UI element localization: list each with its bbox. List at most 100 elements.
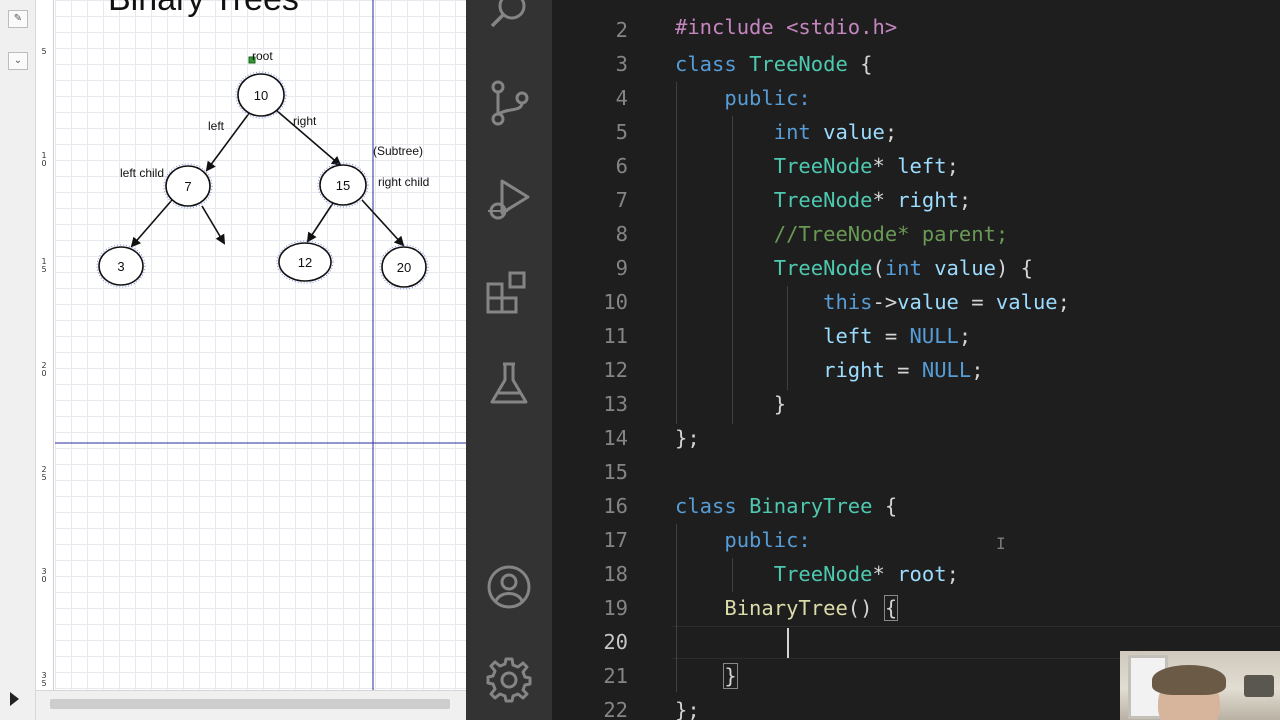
- code-line: 6 TreeNode* left;: [552, 149, 1280, 183]
- line-number: 14: [603, 426, 628, 450]
- code-line: 13 }: [552, 387, 1280, 421]
- tree-node-20[interactable]: 20: [379, 244, 429, 290]
- code-line: 17 public:: [552, 523, 1280, 557]
- code-line: 18 TreeNode* root;: [552, 557, 1280, 591]
- line-number: 18: [603, 562, 628, 586]
- scrollbar-thumb[interactable]: [50, 699, 450, 709]
- code-text: TreeNode(int value) {: [773, 256, 1033, 280]
- code-text: BinaryTree() {: [724, 595, 899, 621]
- line-number: 22: [603, 698, 628, 720]
- node-label: 7: [184, 179, 191, 194]
- code-line: 19 BinaryTree() {: [552, 591, 1280, 625]
- webcam-background-object: [1244, 675, 1274, 697]
- presenter-hair: [1152, 665, 1226, 695]
- left-child-annotation: left child: [120, 166, 164, 180]
- node-label: 12: [298, 255, 312, 270]
- tree-node-10[interactable]: 10: [235, 71, 287, 119]
- run-debug-icon[interactable]: [484, 175, 534, 225]
- code-line: 12 right = NULL;: [552, 353, 1280, 387]
- line-number: 11: [603, 324, 628, 348]
- settings-gear-icon[interactable]: [484, 655, 534, 705]
- code-line: 3 class TreeNode {: [552, 47, 1280, 81]
- code-text: left = NULL;: [823, 324, 972, 348]
- code-line: 15: [552, 455, 1280, 489]
- code-line: 2: [552, 13, 1280, 47]
- code-line: 5 int value;: [552, 115, 1280, 149]
- edge-15-20: [361, 199, 405, 247]
- code-line: 16 class BinaryTree {: [552, 489, 1280, 523]
- edge-7-empty: [201, 205, 226, 245]
- line-number: 4: [615, 86, 628, 110]
- code-line: 4 public:: [552, 81, 1280, 115]
- line-number: 19: [603, 596, 628, 620]
- code-text: };: [675, 426, 700, 450]
- line-number: 7: [615, 188, 628, 212]
- code-line: 10 this->value = value;: [552, 285, 1280, 319]
- code-text: TreeNode* left;: [773, 154, 959, 178]
- line-number: 3: [615, 52, 628, 76]
- extensions-icon[interactable]: [484, 268, 534, 318]
- code-text: public:: [724, 86, 811, 110]
- code-text: }: [675, 392, 787, 416]
- code-editor[interactable]: #include <stdio.h> 2 3 class TreeNode { 4…: [552, 0, 1280, 720]
- tree-node-15[interactable]: 15: [317, 162, 369, 208]
- code-text: right = NULL;: [823, 358, 984, 382]
- binary-tree-diagram: Binary Trees 10 7 15 3: [55, 0, 466, 690]
- activity-bar: [466, 0, 552, 720]
- line-number: 17: [603, 528, 628, 552]
- node-label: 10: [254, 88, 268, 103]
- line-number: 20: [603, 630, 628, 654]
- code-text: class TreeNode {: [675, 52, 873, 76]
- line-number: 10: [603, 290, 628, 314]
- code-line: 14};: [552, 421, 1280, 455]
- code-line: #include <stdio.h>: [552, 0, 1280, 39]
- subtree-annotation: (Subtree): [373, 144, 423, 158]
- text-caret: [787, 628, 789, 658]
- edge-15-12: [306, 202, 334, 243]
- line-number: 12: [603, 358, 628, 382]
- code-text: TreeNode* root;: [773, 562, 959, 586]
- line-number: 6: [615, 154, 628, 178]
- testing-icon[interactable]: [484, 360, 534, 410]
- account-icon[interactable]: [484, 562, 534, 612]
- left-edge-annotation: left: [208, 119, 225, 133]
- node-label: 15: [336, 178, 350, 193]
- line-number: 9: [615, 256, 628, 280]
- node-label: 3: [117, 259, 124, 274]
- code-text: TreeNode* right;: [773, 188, 972, 212]
- webcam-overlay: [1120, 651, 1280, 720]
- root-annotation: root: [252, 49, 273, 63]
- tree-node-3[interactable]: 3: [96, 244, 146, 288]
- code-text: //TreeNode* parent;: [675, 222, 1009, 246]
- code-line: 7 TreeNode* right;: [552, 183, 1280, 217]
- right-child-annotation: right child: [378, 175, 429, 189]
- code-line: 11 left = NULL;: [552, 319, 1280, 353]
- drawing-app: ✎ ⌄ 5 1 0 1 5 2 0 2 5 3 0 3 5 Binary Tre…: [0, 0, 466, 720]
- line-number: 13: [603, 392, 628, 416]
- code-text: this->value = value;: [823, 290, 1070, 314]
- line-number: 15: [603, 460, 628, 484]
- right-edge-annotation: right: [293, 114, 317, 128]
- line-number: 16: [603, 494, 628, 518]
- line-number: 21: [603, 664, 628, 688]
- code-text: };: [675, 698, 700, 720]
- node-label: 20: [397, 260, 411, 275]
- source-control-icon[interactable]: [484, 78, 534, 128]
- tree-node-7[interactable]: 7: [163, 163, 213, 209]
- line-number: 2: [615, 18, 628, 42]
- tree-node-12[interactable]: 12: [276, 240, 334, 284]
- line-number: 8: [615, 222, 628, 246]
- code-text: public:: [724, 528, 811, 552]
- drawing-title: Binary Trees: [108, 0, 299, 18]
- play-arrow-icon[interactable]: [10, 692, 19, 706]
- code-text: }: [723, 663, 738, 689]
- code-text: int value;: [773, 120, 898, 144]
- horizontal-scrollbar[interactable]: [36, 690, 466, 720]
- search-icon[interactable]: [484, 0, 534, 38]
- code-line: 9 TreeNode(int value) {: [552, 251, 1280, 285]
- code-text: class BinaryTree {: [675, 494, 898, 518]
- code-line: 8 //TreeNode* parent;: [552, 217, 1280, 251]
- line-number: 5: [615, 120, 628, 144]
- i-beam-cursor-icon: I: [996, 534, 1006, 553]
- edge-7-3: [130, 199, 173, 248]
